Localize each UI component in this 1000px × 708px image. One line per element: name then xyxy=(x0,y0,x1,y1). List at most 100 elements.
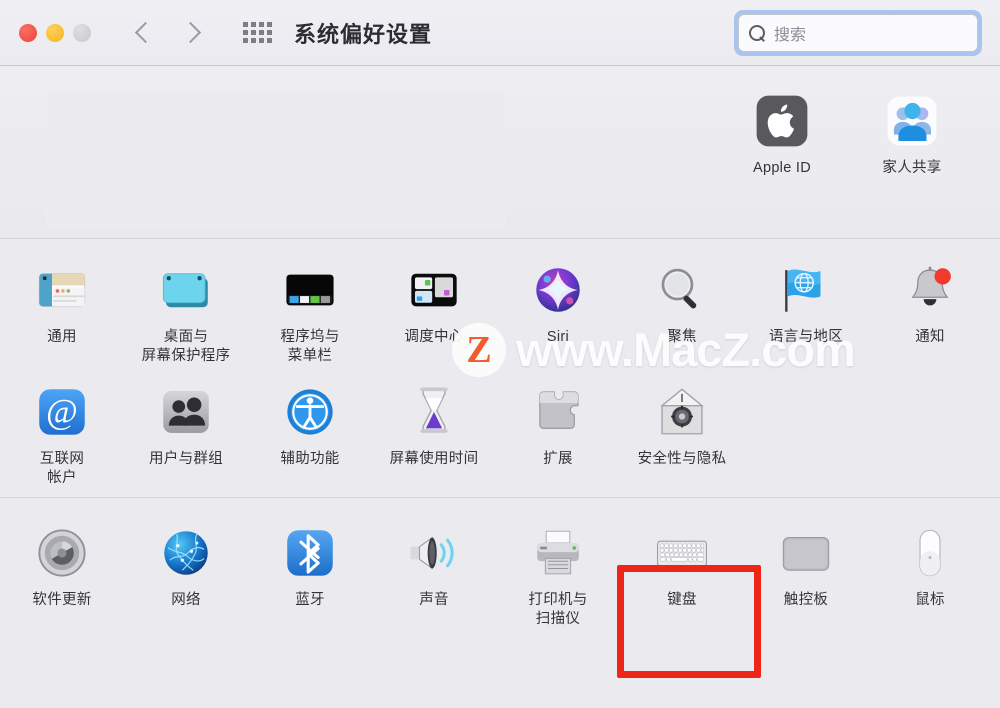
svg-text:@: @ xyxy=(46,393,78,431)
close-button[interactable] xyxy=(19,23,37,42)
pref-item-siri[interactable]: Siri xyxy=(496,253,620,365)
grid-dot xyxy=(259,22,264,27)
internet-accounts-icon: @ xyxy=(31,381,93,443)
grid-dot xyxy=(243,30,248,35)
pref-item-internet-accounts[interactable]: @ 互联网 帐户 xyxy=(0,375,124,487)
spotlight-icon xyxy=(651,259,713,321)
search-field-focus-ring: 搜索 xyxy=(734,10,982,56)
desktop-screensaver-icon xyxy=(155,259,217,321)
pref-item-mission-control[interactable]: 调度中心 xyxy=(372,253,496,365)
pref-item-label: 鼠标 xyxy=(915,592,945,609)
system-preferences-window: 系统偏好设置 搜索 Apple ID 家人共享 通用 桌面与 屏幕保护程序 程序… xyxy=(0,0,1000,708)
pref-item-language-region[interactable]: 语言与地区 xyxy=(744,253,868,365)
pref-item-bluetooth[interactable]: 蓝牙 xyxy=(248,516,372,628)
extensions-icon xyxy=(527,381,589,443)
users-groups-icon xyxy=(155,381,217,443)
pref-item-label: 打印机与 扫描仪 xyxy=(528,592,588,627)
pref-item-trackpad[interactable]: 触控板 xyxy=(744,516,868,628)
navigation-buttons xyxy=(133,16,203,50)
pref-item-label: Apple ID xyxy=(752,160,811,176)
zoom-button[interactable] xyxy=(73,23,91,42)
trackpad-icon xyxy=(775,522,837,584)
grid-dot xyxy=(251,22,256,27)
pref-item-spotlight[interactable]: 聚焦 xyxy=(620,253,744,365)
grid-dot xyxy=(259,38,264,43)
pref-item-label: 通知 xyxy=(915,329,945,345)
pref-item-keyboard[interactable]: 键盘 xyxy=(620,516,744,628)
bluetooth-icon xyxy=(279,522,341,584)
window-titlebar: 系统偏好设置 搜索 xyxy=(0,0,1000,66)
pref-item-security-privacy[interactable]: 安全性与隐私 xyxy=(620,375,744,487)
search-placeholder: 搜索 xyxy=(774,27,807,44)
pref-item-label: 程序坞与 菜单栏 xyxy=(280,329,340,364)
pref-item-label: 家人共享 xyxy=(882,160,942,176)
traffic-light-group xyxy=(19,23,91,42)
preferences-section-3: 软件更新 网络 蓝牙 声音 打印机与 扫描仪 键盘 触控板 鼠标 xyxy=(0,498,1000,639)
mouse-icon xyxy=(899,522,961,584)
pref-item-label: 软件更新 xyxy=(32,592,92,609)
accessibility-icon xyxy=(279,381,341,443)
apple-id-icon xyxy=(751,90,813,152)
pref-item-label: 蓝牙 xyxy=(295,592,325,609)
pref-item-label: 聚焦 xyxy=(667,329,697,345)
pref-item-desktop-screensaver[interactable]: 桌面与 屏幕保护程序 xyxy=(124,253,248,365)
pref-item-label: 用户与群组 xyxy=(149,451,223,468)
pref-item-label: Siri xyxy=(546,329,570,345)
pref-item-label: 屏幕使用时间 xyxy=(389,451,479,468)
pref-item-label: 触控板 xyxy=(783,592,829,609)
pref-item-extensions[interactable]: 扩展 xyxy=(496,375,620,487)
show-all-grid-icon[interactable] xyxy=(243,22,272,43)
notifications-icon xyxy=(899,259,961,321)
pref-item-label: 调度中心 xyxy=(404,329,464,345)
search-icon xyxy=(749,24,766,42)
account-section: Apple ID 家人共享 xyxy=(0,66,1000,238)
grid-dot xyxy=(243,38,248,43)
pref-item-dock-menubar[interactable]: 程序坞与 菜单栏 xyxy=(248,253,372,365)
network-icon xyxy=(155,522,217,584)
pref-item-screen-time[interactable]: 屏幕使用时间 xyxy=(372,375,496,487)
pref-item-network[interactable]: 网络 xyxy=(124,516,248,628)
dock-menubar-icon xyxy=(279,259,341,321)
software-update-icon xyxy=(31,522,93,584)
pref-item-mouse[interactable]: 鼠标 xyxy=(868,516,992,628)
keyboard-icon xyxy=(651,522,713,584)
mission-control-icon xyxy=(403,259,465,321)
grid-dot xyxy=(251,30,256,35)
pref-item-notifications[interactable]: 通知 xyxy=(868,253,992,365)
pref-item-family-sharing[interactable]: 家人共享 xyxy=(850,84,974,178)
grid-dot xyxy=(243,22,248,27)
pref-item-accessibility[interactable]: 辅助功能 xyxy=(248,375,372,487)
pref-item-label: 辅助功能 xyxy=(280,451,340,468)
back-arrow-icon[interactable] xyxy=(133,16,155,50)
search-input[interactable]: 搜索 xyxy=(738,14,978,52)
preferences-section-1: 通用 桌面与 屏幕保护程序 程序坞与 菜单栏 调度中心 Siri 聚焦 语言与地… xyxy=(0,239,1000,498)
siri-icon xyxy=(527,259,589,321)
forward-arrow-icon[interactable] xyxy=(181,16,203,50)
pref-item-label: 互联网 帐户 xyxy=(39,451,85,486)
account-info-placeholder xyxy=(46,94,506,230)
pref-item-label: 桌面与 屏幕保护程序 xyxy=(141,329,231,364)
pref-item-general[interactable]: 通用 xyxy=(0,253,124,365)
pref-item-users-groups[interactable]: 用户与群组 xyxy=(124,375,248,487)
general-icon xyxy=(31,259,93,321)
preferences-row-3: 软件更新 网络 蓝牙 声音 打印机与 扫描仪 键盘 触控板 鼠标 xyxy=(0,516,1000,628)
grid-dot xyxy=(251,38,256,43)
screen-time-icon xyxy=(403,381,465,443)
pref-item-printers-scanners[interactable]: 打印机与 扫描仪 xyxy=(496,516,620,628)
pref-item-label: 网络 xyxy=(171,592,201,609)
pref-item-software-update[interactable]: 软件更新 xyxy=(0,516,124,628)
grid-dot xyxy=(267,30,272,35)
pref-item-sound[interactable]: 声音 xyxy=(372,516,496,628)
window-title: 系统偏好设置 xyxy=(294,21,433,47)
language-region-icon xyxy=(775,259,837,321)
family-sharing-icon xyxy=(881,90,943,152)
pref-item-label: 键盘 xyxy=(667,592,697,609)
preferences-row-1: 通用 桌面与 屏幕保护程序 程序坞与 菜单栏 调度中心 Siri 聚焦 语言与地… xyxy=(0,253,1000,365)
pref-item-label: 扩展 xyxy=(543,451,573,468)
pref-item-label: 安全性与隐私 xyxy=(637,451,727,468)
pref-item-apple-id[interactable]: Apple ID xyxy=(720,84,844,178)
minimize-button[interactable] xyxy=(46,23,64,42)
preferences-row-2: @ 互联网 帐户 用户与群组 辅助功能 屏幕使用时间 扩展 安全性与隐私 xyxy=(0,375,1000,487)
sound-icon xyxy=(403,522,465,584)
pref-item-label: 通用 xyxy=(47,329,77,345)
